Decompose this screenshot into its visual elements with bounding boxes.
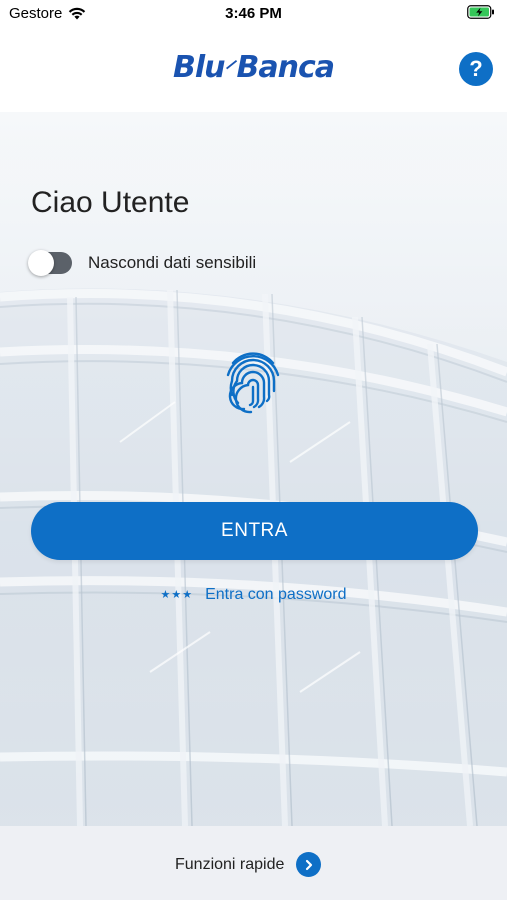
chevron-right-icon [296,852,322,877]
hide-sensitive-data-toggle[interactable] [28,250,72,276]
login-area: Ciao Utente Nascondi dati sensibili ENTR… [0,112,507,826]
logo-text-banca: Banca [236,50,335,85]
hide-sensitive-data-label: Nascondi dati sensibili [88,253,257,272]
quick-functions-button[interactable]: Funzioni rapide [175,852,322,877]
logo-text-blu: Blu [172,50,226,85]
fingerprint-icon[interactable] [223,351,283,415]
battery-charging-icon [467,5,494,19]
login-with-password-label: Entra con password [205,586,347,603]
status-right [467,5,495,23]
hide-sensitive-data-row: Nascondi dati sensibili [28,250,257,276]
password-stars-icon: ★★★ [160,589,194,601]
login-with-password-link[interactable]: ★★★ Entra con password [0,586,507,604]
greeting-title: Ciao Utente [31,186,190,219]
enter-button[interactable]: ENTRA [31,502,478,560]
app-header: Blu⸝Banca ? [0,26,507,112]
toggle-knob [28,250,54,276]
help-button[interactable]: ? [459,52,493,86]
quick-functions-label: Funzioni rapide [175,855,285,873]
status-bar: Gestore 3:46 PM [0,0,507,26]
logo-wave-icon: ⸝ [225,48,237,73]
blubanca-logo: Blu⸝Banca [0,48,507,85]
bottom-bar: Funzioni rapide [0,826,507,900]
status-time: 3:46 PM [225,5,282,22]
